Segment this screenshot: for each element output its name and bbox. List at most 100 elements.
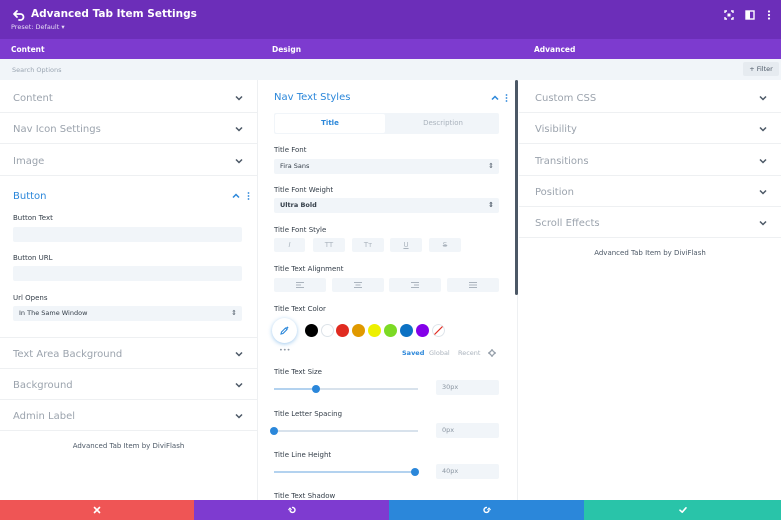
italic-button[interactable]: I	[274, 238, 305, 252]
line-height-label: Title Line Height	[274, 451, 332, 459]
toggle-text-area-background[interactable]: Text Area Background	[0, 338, 257, 369]
chevron-down-icon	[235, 158, 243, 164]
url-opens-select[interactable]: In The Same Window ⇕	[13, 306, 242, 321]
redo-button[interactable]	[389, 500, 584, 520]
button-url-input[interactable]	[13, 266, 242, 281]
text-size-label: Title Text Size	[274, 368, 322, 376]
save-button[interactable]	[584, 500, 781, 520]
chevron-down-icon	[235, 351, 243, 357]
subtab-description[interactable]: Description	[387, 113, 499, 134]
undo-icon	[287, 506, 296, 514]
line-height-input[interactable]: 40px	[436, 464, 499, 479]
split-view-icon[interactable]	[745, 10, 755, 20]
search-input[interactable]: Search Options	[12, 66, 61, 74]
select-arrows-icon: ⇕	[488, 162, 494, 170]
tab-content[interactable]: Content	[11, 45, 45, 54]
back-arrow-icon[interactable]	[12, 8, 26, 22]
align-justify-button[interactable]	[447, 278, 499, 292]
uppercase-button[interactable]: TT	[313, 238, 345, 252]
letter-spacing-input[interactable]: 0px	[436, 423, 499, 438]
palette-tab-saved[interactable]: Saved	[402, 349, 424, 357]
font-weight-value: Ultra Bold	[280, 201, 317, 209]
search-bar: Search Options + Filter	[0, 59, 781, 80]
palette-tab-recent[interactable]: Recent	[458, 349, 480, 357]
url-opens-value: In The Same Window	[19, 309, 88, 317]
close-icon	[93, 506, 101, 514]
advanced-column: Custom CSS Visibility Transitions Positi…	[519, 80, 781, 500]
align-left-button[interactable]	[274, 278, 326, 292]
color-swatch[interactable]	[368, 324, 381, 337]
more-vertical-icon[interactable]	[764, 10, 774, 20]
title-font-select[interactable]: Fira Sans ⇕	[274, 159, 499, 174]
expand-icon[interactable]	[724, 10, 734, 20]
slider-knob[interactable]	[411, 468, 419, 476]
toggle-image[interactable]: Image	[0, 145, 257, 176]
slider-fill	[274, 388, 316, 390]
text-size-slider[interactable]	[274, 385, 418, 393]
scrollbar[interactable]	[515, 80, 518, 295]
credit-text: Advanced Tab Item by DiviFlash	[72, 442, 185, 450]
color-swatch[interactable]	[336, 324, 349, 337]
color-swatch[interactable]	[384, 324, 397, 337]
more-vertical-icon[interactable]	[505, 94, 508, 102]
toggle-custom-css[interactable]: Custom CSS	[519, 82, 781, 113]
credit-text: Advanced Tab Item by DiviFlash	[594, 249, 706, 257]
toggle-title: Position	[535, 187, 574, 198]
button-url-label: Button URL	[13, 254, 53, 262]
discard-button[interactable]	[0, 500, 194, 520]
palette-tab-global[interactable]: Global	[429, 349, 450, 357]
settings-tabs: Content Design Advanced	[0, 39, 781, 59]
toggle-transitions[interactable]: Transitions	[519, 145, 781, 176]
text-color-label: Title Text Color	[274, 305, 326, 313]
chevron-down-icon	[759, 189, 767, 195]
tab-advanced[interactable]: Advanced	[534, 45, 575, 54]
color-swatch[interactable]	[352, 324, 365, 337]
tab-design[interactable]: Design	[272, 45, 301, 54]
button-text-input[interactable]	[13, 227, 242, 242]
toggle-position[interactable]: Position	[519, 176, 781, 207]
preset-selector[interactable]: Preset: Default ▾	[11, 23, 65, 31]
color-swatch[interactable]	[416, 324, 429, 337]
capitalize-button[interactable]: Tт	[352, 238, 384, 252]
underline-button[interactable]: U	[390, 238, 422, 252]
slider-knob[interactable]	[270, 427, 278, 435]
color-swatch[interactable]	[321, 324, 334, 337]
filter-button[interactable]: + Filter	[743, 62, 779, 76]
toggle-background[interactable]: Background	[0, 369, 257, 400]
gear-icon[interactable]	[488, 349, 496, 357]
button-section-title[interactable]: Button	[13, 191, 47, 202]
toggle-content[interactable]: Content	[0, 82, 257, 113]
font-weight-select[interactable]: Ultra Bold ⇕	[274, 198, 499, 213]
slider-knob[interactable]	[312, 385, 320, 393]
toggle-button: Button Button Text Button URL Url Opens …	[0, 177, 257, 338]
color-swatch[interactable]	[400, 324, 413, 337]
eyedropper-icon	[280, 326, 289, 335]
text-size-input[interactable]: 30px	[436, 380, 499, 395]
strikethrough-button[interactable]: S	[429, 238, 461, 252]
select-arrows-icon: ⇕	[488, 201, 494, 209]
toggle-title: Admin Label	[13, 411, 76, 422]
chevron-down-icon	[235, 382, 243, 388]
toggle-admin-label[interactable]: Admin Label	[0, 400, 257, 431]
chevron-up-icon[interactable]	[232, 193, 240, 199]
align-right-button[interactable]	[389, 278, 441, 292]
title-font-label: Title Font	[274, 146, 307, 154]
letter-spacing-slider[interactable]	[270, 427, 418, 435]
toggle-nav-icon-settings[interactable]: Nav Icon Settings	[0, 113, 257, 144]
line-height-slider[interactable]	[274, 468, 419, 476]
more-vertical-icon[interactable]	[247, 192, 250, 200]
nav-text-styles-title[interactable]: Nav Text Styles	[274, 92, 350, 103]
more-colors-dots[interactable]: •••	[279, 346, 291, 354]
color-swatch[interactable]	[305, 324, 318, 337]
undo-button[interactable]	[194, 500, 389, 520]
subtab-title[interactable]: Title	[275, 114, 385, 133]
align-center-button[interactable]	[332, 278, 384, 292]
color-picker-button[interactable]	[272, 318, 297, 343]
toggle-scroll-effects[interactable]: Scroll Effects	[519, 207, 781, 238]
toggle-title: Background	[13, 380, 73, 391]
modal-header: Advanced Tab Item Settings Preset: Defau…	[0, 0, 781, 39]
toggle-visibility[interactable]: Visibility	[519, 113, 781, 144]
select-arrows-icon: ⇕	[231, 309, 237, 317]
no-color-icon[interactable]	[432, 324, 445, 337]
chevron-up-icon[interactable]	[491, 95, 499, 101]
